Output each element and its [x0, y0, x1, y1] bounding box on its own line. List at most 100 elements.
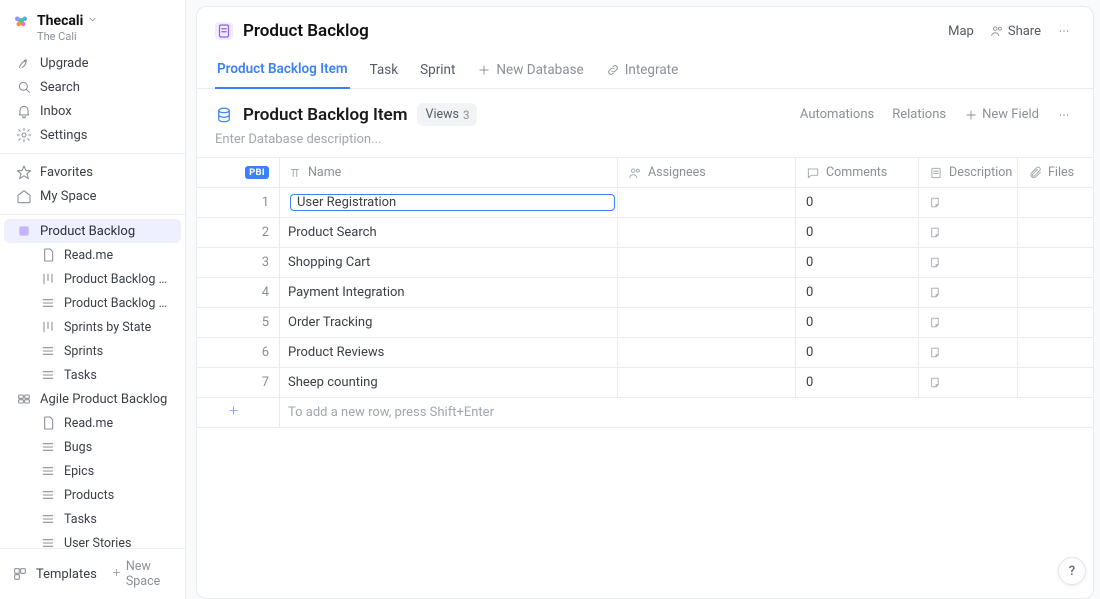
cell-description[interactable]: [919, 218, 1018, 247]
attachment-icon: [1028, 166, 1042, 180]
sidebar-item-epics[interactable]: Epics: [4, 459, 181, 483]
cell-comments[interactable]: 0: [796, 308, 919, 337]
col-header-assignees[interactable]: Assignees: [618, 158, 796, 187]
cell-name[interactable]: User Registration: [280, 188, 618, 217]
row-index: 1: [197, 188, 280, 217]
tab-pbi[interactable]: Product Backlog Item: [215, 51, 350, 89]
cell-description[interactable]: [919, 338, 1018, 367]
nav-myspace[interactable]: My Space: [4, 184, 181, 208]
note-icon: [929, 256, 942, 269]
table-row[interactable]: 2Product Search0: [197, 218, 1093, 248]
cell-name[interactable]: Sheep counting: [280, 368, 618, 397]
table-row[interactable]: 6Product Reviews0: [197, 338, 1093, 368]
sidebar-item-tasks[interactable]: Tasks: [4, 363, 181, 387]
nav-templates[interactable]: Templates: [4, 562, 105, 586]
nav-upgrade[interactable]: Upgrade: [4, 51, 181, 75]
table-row[interactable]: 5Order Tracking0: [197, 308, 1093, 338]
views-pill[interactable]: Views 3: [417, 103, 477, 126]
sidebar-item-agile-tasks[interactable]: Tasks: [4, 507, 181, 531]
cell-files[interactable]: [1018, 248, 1093, 277]
space-agile-product-backlog[interactable]: Agile Product Backlog: [4, 387, 181, 411]
sidebar-item-pbi-view[interactable]: Product Backlog Item...: [4, 267, 181, 291]
cell-comments[interactable]: 0: [796, 188, 919, 217]
map-button[interactable]: Map: [948, 24, 974, 39]
table-row[interactable]: 4Payment Integration0: [197, 278, 1093, 308]
board-icon: [40, 319, 56, 335]
cell-name[interactable]: Order Tracking: [280, 308, 618, 337]
nav-search[interactable]: Search: [4, 75, 181, 99]
sidebar-item-readme[interactable]: Read.me: [4, 243, 181, 267]
cell-files[interactable]: [1018, 188, 1093, 217]
sidebar-item-sprints-by-state[interactable]: Sprints by State: [4, 315, 181, 339]
table-row[interactable]: 3Shopping Cart0: [197, 248, 1093, 278]
new-database-button[interactable]: New Database: [475, 52, 585, 88]
new-field-button[interactable]: New Field: [964, 107, 1039, 122]
cell-comments[interactable]: 0: [796, 338, 919, 367]
share-button[interactable]: Share: [990, 24, 1041, 39]
comment-icon: [806, 166, 820, 180]
cell-assignees[interactable]: [618, 308, 796, 337]
col-header-description[interactable]: Description: [919, 158, 1018, 187]
cell-description[interactable]: [919, 188, 1018, 217]
cell-assignees[interactable]: [618, 278, 796, 307]
cell-assignees[interactable]: [618, 338, 796, 367]
cell-files[interactable]: [1018, 338, 1093, 367]
col-header-name[interactable]: Name: [280, 158, 618, 187]
cell-files[interactable]: [1018, 278, 1093, 307]
cell-comments[interactable]: 0: [796, 248, 919, 277]
cell-files[interactable]: [1018, 368, 1093, 397]
more-button[interactable]: [1057, 24, 1075, 38]
cell-description[interactable]: [919, 308, 1018, 337]
space-product-backlog[interactable]: Product Backlog: [4, 219, 181, 243]
cell-assignees[interactable]: [618, 218, 796, 247]
nav-settings[interactable]: Settings: [4, 123, 181, 147]
tab-task[interactable]: Task: [368, 52, 400, 88]
db-description-input[interactable]: Enter Database description...: [197, 126, 1093, 157]
sidebar-item-sprints[interactable]: Sprints: [4, 339, 181, 363]
col-header-comments[interactable]: Comments: [796, 158, 919, 187]
workspace-switcher[interactable]: Thecali: [0, 6, 185, 32]
relations-button[interactable]: Relations: [892, 107, 946, 122]
cell-description[interactable]: [919, 278, 1018, 307]
row-index: 7: [197, 368, 280, 397]
cell-description[interactable]: [919, 368, 1018, 397]
cell-assignees[interactable]: [618, 248, 796, 277]
sidebar-item-label: Tasks: [64, 368, 97, 383]
db-more-button[interactable]: [1057, 108, 1075, 122]
tab-sprint[interactable]: Sprint: [418, 52, 457, 88]
cell-files[interactable]: [1018, 308, 1093, 337]
table-row[interactable]: 1User Registration 0: [197, 188, 1093, 218]
cell-assignees[interactable]: [618, 188, 796, 217]
table-row[interactable]: 7Sheep counting 0: [197, 368, 1093, 398]
col-header-index[interactable]: PBI: [197, 158, 280, 187]
help-button[interactable]: ?: [1058, 557, 1086, 585]
new-space-button[interactable]: New Space: [105, 555, 181, 593]
list-icon: [40, 487, 56, 503]
cell-comments[interactable]: 0: [796, 218, 919, 247]
integrate-button[interactable]: Integrate: [604, 52, 681, 88]
sidebar-item-agile-readme[interactable]: Read.me: [4, 411, 181, 435]
cell-comments[interactable]: 0: [796, 278, 919, 307]
cell-files[interactable]: [1018, 218, 1093, 247]
cell-comments[interactable]: 0: [796, 368, 919, 397]
templates-icon: [12, 566, 28, 582]
automations-button[interactable]: Automations: [800, 107, 874, 122]
cell-name[interactable]: Payment Integration: [280, 278, 618, 307]
sidebar-item-products[interactable]: Products: [4, 483, 181, 507]
cell-name[interactable]: Product Reviews: [280, 338, 618, 367]
sidebar-item-bugs[interactable]: Bugs: [4, 435, 181, 459]
cell-assignees[interactable]: [618, 368, 796, 397]
cell-name-text: Payment Integration: [288, 285, 405, 300]
cell-name[interactable]: Product Search: [280, 218, 618, 247]
share-label: Share: [1008, 24, 1041, 39]
col-header-files[interactable]: Files: [1018, 158, 1093, 187]
nav-favorites[interactable]: Favorites: [4, 160, 181, 184]
cell-description[interactable]: [919, 248, 1018, 277]
sidebar-item-label: Read.me: [64, 416, 113, 431]
cell-name[interactable]: Shopping Cart: [280, 248, 618, 277]
sidebar-item-user-stories[interactable]: User Stories: [4, 531, 181, 548]
add-row[interactable]: To add a new row, press Shift+Enter: [197, 398, 1093, 428]
sidebar-item-pbi-items[interactable]: Product Backlog Items: [4, 291, 181, 315]
views-count: 3: [463, 108, 469, 122]
nav-inbox[interactable]: Inbox: [4, 99, 181, 123]
